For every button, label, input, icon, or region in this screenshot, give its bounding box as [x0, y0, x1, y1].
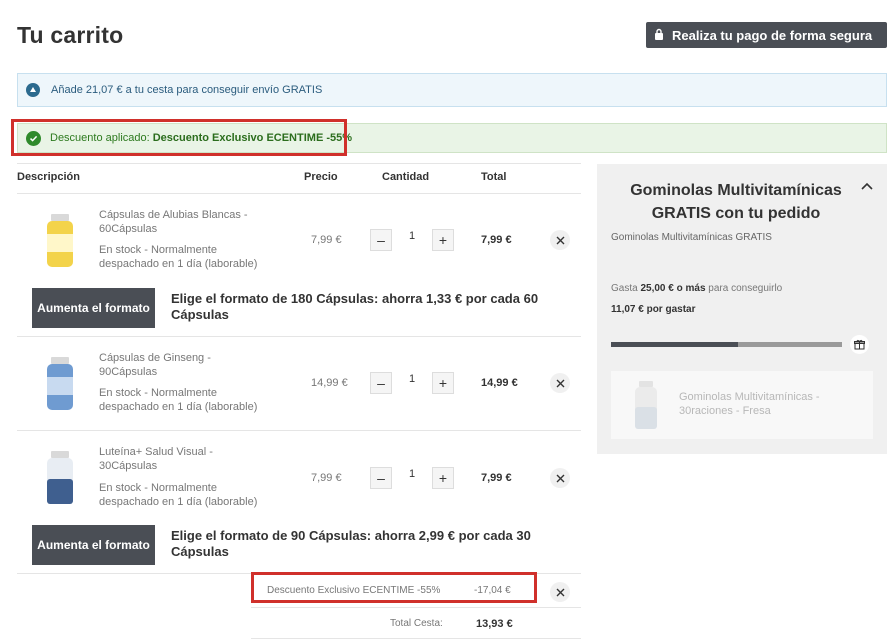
close-icon [556, 474, 564, 482]
remaining-amount: 11,07 € por gastar [611, 304, 696, 315]
free-gift-name: Gominolas Multivitamínicas -30raciones -… [679, 391, 820, 417]
spend-threshold-text: Gasta 25,00 € o más para conseguirlo [611, 283, 783, 294]
free-gift-subtitle: Gominolas Multivitamínicas GRATIS [611, 232, 772, 243]
decrease-quantity-button[interactable]: – [370, 467, 392, 489]
remove-item-button[interactable] [550, 230, 570, 250]
stock-status: En stock - Normalmente despachado en 1 dí… [99, 482, 258, 508]
free-gift-progress-bar [611, 342, 842, 347]
line-total: 7,99 € [481, 472, 512, 484]
divider [251, 607, 581, 608]
line-total: 14,99 € [481, 377, 518, 389]
close-icon [556, 236, 564, 244]
free-gift-image [635, 381, 657, 429]
upgrade-format-button[interactable]: Aumenta el formato [32, 288, 155, 328]
close-icon [556, 379, 564, 387]
remove-item-button[interactable] [550, 373, 570, 393]
upsell-text: Elige el formato de 180 Cápsulas: ahorra… [171, 291, 539, 322]
discount-name: Descuento Exclusivo ECENTIME -55% [152, 132, 353, 144]
col-header-description: Descripción [17, 171, 80, 183]
col-header-quantity: Cantidad [382, 171, 430, 183]
product-image-alubias[interactable] [40, 212, 80, 270]
divider [251, 638, 581, 639]
divider [17, 573, 581, 574]
divider [17, 430, 581, 431]
stock-status: En stock - Normalmente despachado en 1 dí… [99, 387, 258, 413]
free-shipping-banner: Añade 21,07 € a tu cesta para conseguir … [17, 73, 887, 107]
divider [17, 163, 581, 164]
cart-total-label: Total Cesta: [390, 618, 443, 629]
lock-icon [654, 28, 664, 43]
chevron-up-icon[interactable] [861, 182, 873, 192]
discount-applied-text: Descuento aplicado: Descuento Exclusivo … [50, 132, 353, 144]
free-gift-item[interactable]: Gominolas Multivitamínicas -30raciones -… [611, 371, 873, 439]
discount-line-value: -17,04 € [474, 585, 511, 596]
col-header-price: Precio [304, 171, 338, 183]
unit-price: 7,99 € [311, 472, 342, 484]
cart-total-value: 13,93 € [476, 618, 513, 630]
increase-quantity-button[interactable]: + [432, 467, 454, 489]
page-title: Tu carrito [17, 22, 124, 48]
upgrade-format-button[interactable]: Aumenta el formato [32, 525, 155, 565]
product-image-luteina[interactable] [40, 449, 80, 507]
discount-line-label: Descuento Exclusivo ECENTIME -55% [267, 585, 441, 596]
col-header-total: Total [481, 171, 507, 183]
free-shipping-text: Añade 21,07 € a tu cesta para conseguir … [51, 84, 323, 96]
decrease-quantity-button[interactable]: – [370, 372, 392, 394]
quantity-value[interactable]: 1 [405, 373, 419, 385]
progress-fill [611, 342, 739, 347]
decrease-quantity-button[interactable]: – [370, 229, 392, 251]
remove-discount-button[interactable] [550, 582, 570, 602]
divider [17, 193, 581, 194]
line-total: 7,99 € [481, 234, 512, 246]
info-icon [26, 83, 40, 97]
gift-icon [850, 335, 869, 354]
upsell-text: Elige el formato de 90 Cápsulas: ahorra … [171, 528, 531, 559]
remove-item-button[interactable] [550, 468, 570, 488]
stock-status: En stock - Normalmente despachado en 1 dí… [99, 244, 258, 270]
secure-payment-label: Realiza tu pago de forma segura [672, 27, 873, 43]
quantity-value[interactable]: 1 [405, 230, 419, 242]
quantity-value[interactable]: 1 [405, 468, 419, 480]
increase-quantity-button[interactable]: + [432, 229, 454, 251]
close-icon [556, 588, 564, 596]
product-name[interactable]: Cápsulas de Alubias Blancas -60Cápsulas [99, 208, 274, 236]
free-gift-panel: Gominolas Multivitamínicas GRATIS con tu… [597, 164, 887, 454]
product-image-ginseng[interactable] [40, 355, 80, 413]
divider [17, 336, 581, 337]
unit-price: 7,99 € [311, 234, 342, 246]
unit-price: 14,99 € [311, 377, 348, 389]
increase-quantity-button[interactable]: + [432, 372, 454, 394]
check-circle-icon [26, 130, 41, 146]
free-gift-title: Gominolas Multivitamínicas GRATIS con tu… [630, 182, 842, 222]
secure-payment-button[interactable]: Realiza tu pago de forma segura [646, 22, 887, 48]
product-name[interactable]: Luteína+ Salud Visual -30Cápsulas [99, 445, 274, 473]
product-name[interactable]: Cápsulas de Ginseng -90Cápsulas [99, 351, 274, 379]
discount-applied-banner: Descuento aplicado: Descuento Exclusivo … [17, 123, 887, 153]
